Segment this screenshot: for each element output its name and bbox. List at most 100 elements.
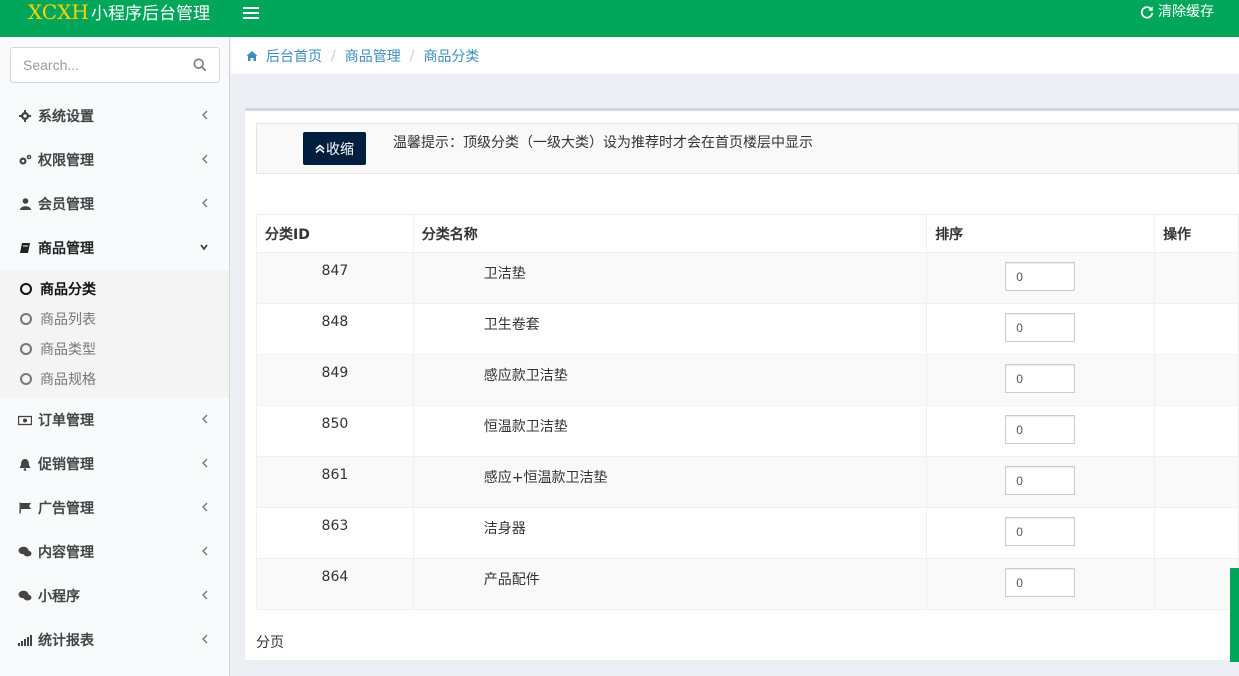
- pagination-label: 分页: [256, 635, 284, 651]
- sub-item-product-type[interactable]: 商品类型: [0, 334, 229, 364]
- circle-icon: [20, 313, 32, 325]
- sidebar-item-label: 会员管理: [38, 197, 94, 213]
- search-input[interactable]: [11, 48, 181, 82]
- category-name: 感应款卫洁垫: [412, 354, 928, 406]
- category-id: 864: [256, 558, 414, 610]
- chevron-left-icon: [202, 110, 208, 120]
- clear-cache-button[interactable]: 清除缓存: [1140, 2, 1214, 22]
- sidebar-item-members[interactable]: 会员管理: [0, 182, 229, 226]
- chevron-left-icon: [202, 414, 208, 424]
- actions-cell: [1154, 354, 1239, 406]
- sidebar-item-system-settings[interactable]: 系统设置: [0, 94, 229, 138]
- refresh-icon: [1140, 6, 1154, 19]
- col-header-sort: 排序: [926, 214, 1156, 253]
- chevron-left-icon: [202, 502, 208, 512]
- user-icon: [18, 197, 32, 211]
- breadcrumb: 后台首页 / 商品管理 / 商品分类: [231, 37, 1239, 74]
- search-box: [10, 47, 220, 83]
- book-icon: [18, 241, 32, 255]
- sort-cell: [926, 354, 1156, 406]
- sidebar-item-reports[interactable]: 统计报表: [0, 618, 229, 662]
- sub-item-label: 商品规格: [40, 372, 96, 388]
- sidebar-item-ads[interactable]: 广告管理: [0, 486, 229, 530]
- home-icon: [246, 50, 258, 61]
- table-row: 848 卫生卷套: [256, 303, 1239, 355]
- sidebar-item-content[interactable]: 内容管理: [0, 530, 229, 574]
- category-id: 849: [256, 354, 414, 406]
- actions-cell: [1154, 456, 1239, 508]
- breadcrumb-home[interactable]: 后台首页: [266, 46, 322, 66]
- category-id: 863: [256, 507, 414, 559]
- sort-input[interactable]: [1005, 568, 1076, 597]
- gears-icon: [18, 153, 32, 167]
- col-header-actions: 操作: [1154, 214, 1239, 253]
- sort-input[interactable]: [1005, 466, 1076, 495]
- double-chevron-up-icon: [315, 144, 325, 153]
- table-row: 861 感应+恒温款卫洁垫: [256, 456, 1239, 508]
- sort-cell: [926, 303, 1156, 355]
- side-float-tab[interactable]: [1230, 568, 1239, 662]
- sub-item-label: 商品列表: [40, 312, 96, 328]
- sidebar-item-mini-program[interactable]: 小程序: [0, 574, 229, 618]
- top-header: XCXH 小程序后台管理 清除缓存: [0, 0, 1239, 37]
- chevron-left-icon: [202, 546, 208, 556]
- sort-input[interactable]: [1005, 517, 1076, 546]
- clear-cache-label: 清除缓存: [1158, 4, 1214, 20]
- sidebar-item-promotions[interactable]: 促销管理: [0, 442, 229, 486]
- table-row: 850 恒温款卫洁垫: [256, 405, 1239, 457]
- sort-input[interactable]: [1005, 364, 1076, 393]
- sidebar-item-label: 统计报表: [38, 633, 94, 649]
- search-icon[interactable]: [193, 58, 207, 72]
- chevron-down-icon: [200, 244, 208, 251]
- sidebar-menu: 系统设置 权限管理 会员管理 商品管理 商品分类 商品列表 商品类型 商品规格 …: [0, 94, 229, 662]
- sort-cell: [926, 558, 1156, 610]
- breadcrumb-separator: /: [331, 47, 336, 64]
- tip-bar: 收缩 温馨提示：顶级分类（一级大类）设为推荐时才会在首页楼层中显示: [256, 123, 1239, 174]
- category-table: 分类ID 分类名称 排序 操作 847 卫洁垫 848: [256, 214, 1239, 610]
- menu-toggle-icon[interactable]: [243, 4, 259, 20]
- sidebar-item-label: 促销管理: [38, 457, 94, 473]
- breadcrumb-separator: /: [409, 47, 415, 64]
- category-name: 卫生卷套: [412, 303, 928, 355]
- category-id: 848: [256, 303, 414, 355]
- table-row: 847 卫洁垫: [256, 252, 1239, 304]
- sort-input[interactable]: [1005, 415, 1076, 444]
- sidebar-item-label: 广告管理: [38, 501, 94, 517]
- sub-item-product-spec[interactable]: 商品规格: [0, 364, 229, 394]
- sub-item-product-category[interactable]: 商品分类: [0, 274, 229, 304]
- sort-input[interactable]: [1005, 262, 1076, 291]
- sub-item-product-list[interactable]: 商品列表: [0, 304, 229, 334]
- main-content: 后台首页 / 商品管理 / 商品分类 收缩 温馨提示：顶级分类（一级大类）设为推…: [231, 37, 1239, 676]
- table-header-row: 分类ID 分类名称 排序 操作: [256, 214, 1239, 253]
- chevron-left-icon: [202, 458, 208, 468]
- comments-icon: [18, 545, 32, 559]
- actions-cell: [1154, 252, 1239, 304]
- sidebar-item-permissions[interactable]: 权限管理: [0, 138, 229, 182]
- circle-icon: [20, 373, 32, 385]
- collapse-button[interactable]: 收缩: [303, 132, 366, 165]
- sidebar-item-products[interactable]: 商品管理: [0, 226, 229, 270]
- actions-cell: [1154, 303, 1239, 355]
- gear-icon: [18, 109, 32, 123]
- chevron-left-icon: [202, 154, 208, 164]
- sort-input[interactable]: [1005, 313, 1076, 342]
- sub-item-label: 商品分类: [40, 282, 96, 298]
- sub-item-label: 商品类型: [40, 342, 96, 358]
- table-row: 864 产品配件: [256, 558, 1239, 610]
- col-header-id: 分类ID: [256, 214, 414, 253]
- breadcrumb-product-management[interactable]: 商品管理: [345, 46, 401, 66]
- sort-cell: [926, 456, 1156, 508]
- sidebar-item-label: 小程序: [38, 589, 80, 605]
- category-name: 卫洁垫: [412, 252, 928, 304]
- app-title: 小程序后台管理: [91, 4, 210, 24]
- signal-icon: [18, 633, 32, 647]
- breadcrumb-product-category[interactable]: 商品分类: [423, 46, 479, 66]
- category-panel: 收缩 温馨提示：顶级分类（一级大类）设为推荐时才会在首页楼层中显示 分类ID 分…: [245, 108, 1239, 660]
- actions-cell: [1154, 405, 1239, 457]
- category-name: 恒温款卫洁垫: [412, 405, 928, 457]
- sidebar-item-orders[interactable]: 订单管理: [0, 398, 229, 442]
- table-row: 863 洁身器: [256, 507, 1239, 559]
- actions-cell: [1154, 507, 1239, 559]
- logo[interactable]: XCXH 小程序后台管理: [0, 0, 230, 37]
- chevron-left-icon: [202, 198, 208, 208]
